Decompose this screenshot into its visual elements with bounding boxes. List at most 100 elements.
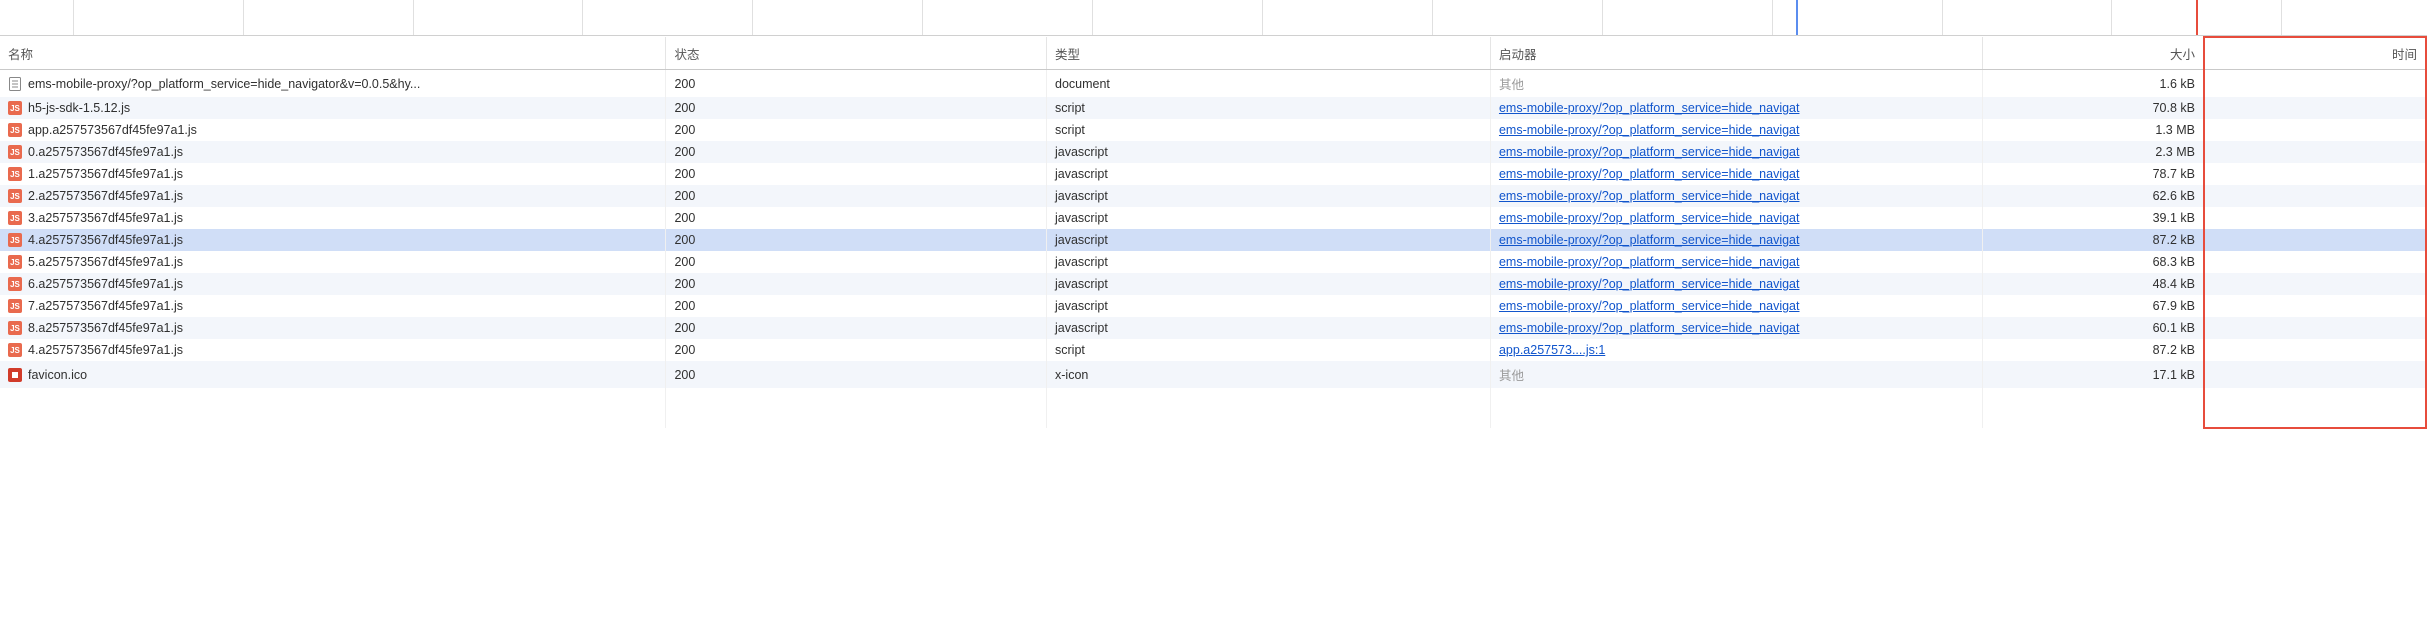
initiator-link[interactable]: ems-mobile-proxy/?op_platform_service=hi… [1499,123,1800,137]
request-name: 4.a257573567df45fe97a1.js [28,343,183,357]
initiator-link[interactable]: ems-mobile-proxy/?op_platform_service=hi… [1499,101,1800,115]
request-name: favicon.ico [28,368,87,382]
status-cell: 200 [666,229,1047,251]
script-icon: JS [8,189,22,203]
status-cell: 200 [666,207,1047,229]
type-cell: javascript [1047,229,1491,251]
waterfall-tick [1602,0,1603,35]
initiator-cell: ems-mobile-proxy/?op_platform_service=hi… [1490,163,1982,185]
time-cell [2204,273,2426,295]
table-row[interactable]: JS6.a257573567df45fe97a1.js200javascript… [0,273,2426,295]
document-icon [8,77,22,91]
table-row[interactable]: JS3.a257573567df45fe97a1.js200javascript… [0,207,2426,229]
waterfall-tick [582,0,583,35]
initiator-other: 其他 [1499,369,1524,383]
status-cell: 200 [666,251,1047,273]
waterfall-tick [413,0,414,35]
request-name: 8.a257573567df45fe97a1.js [28,321,183,335]
initiator-cell: ems-mobile-proxy/?op_platform_service=hi… [1490,229,1982,251]
initiator-link[interactable]: ems-mobile-proxy/?op_platform_service=hi… [1499,233,1800,247]
time-cell [2204,339,2426,361]
initiator-link[interactable]: ems-mobile-proxy/?op_platform_service=hi… [1499,167,1800,181]
table-row[interactable]: JS1.a257573567df45fe97a1.js200javascript… [0,163,2426,185]
initiator-link[interactable]: ems-mobile-proxy/?op_platform_service=hi… [1499,211,1800,225]
script-icon: JS [8,255,22,269]
script-icon: JS [8,145,22,159]
table-row[interactable]: JS0.a257573567df45fe97a1.js200javascript… [0,141,2426,163]
header-initiator[interactable]: 启动器 [1490,37,1982,70]
status-cell: 200 [666,295,1047,317]
header-name[interactable]: 名称 [0,37,666,70]
waterfall-tick [922,0,923,35]
header-type[interactable]: 类型 [1047,37,1491,70]
table-row[interactable]: favicon.ico200x-icon其他17.1 kB [0,361,2426,388]
time-cell [2204,185,2426,207]
initiator-cell: ems-mobile-proxy/?op_platform_service=hi… [1490,251,1982,273]
initiator-link[interactable]: app.a257573....js:1 [1499,343,1605,357]
size-cell: 87.2 kB [1982,339,2204,361]
table-row[interactable]: JS8.a257573567df45fe97a1.js200javascript… [0,317,2426,339]
size-cell: 62.6 kB [1982,185,2204,207]
header-row: 名称 状态 类型 启动器 大小 时间 [0,37,2426,70]
type-cell: script [1047,97,1491,119]
waterfall-tick [2281,0,2282,35]
table-row[interactable]: JS4.a257573567df45fe97a1.js200javascript… [0,229,2426,251]
type-cell: javascript [1047,207,1491,229]
load-line [2196,0,2198,35]
table-row[interactable]: JSh5-js-sdk-1.5.12.js200scriptems-mobile… [0,97,2426,119]
initiator-other: 其他 [1499,78,1524,92]
type-cell: javascript [1047,273,1491,295]
table-row[interactable]: JS2.a257573567df45fe97a1.js200javascript… [0,185,2426,207]
waterfall-overview[interactable] [0,0,2427,36]
initiator-link[interactable]: ems-mobile-proxy/?op_platform_service=hi… [1499,255,1800,269]
script-icon: JS [8,211,22,225]
size-cell: 1.6 kB [1982,70,2204,98]
size-cell: 2.3 MB [1982,141,2204,163]
table-row[interactable]: JS4.a257573567df45fe97a1.js200scriptapp.… [0,339,2426,361]
initiator-cell: app.a257573....js:1 [1490,339,1982,361]
size-cell: 39.1 kB [1982,207,2204,229]
initiator-cell: ems-mobile-proxy/?op_platform_service=hi… [1490,97,1982,119]
table-row[interactable]: ems-mobile-proxy/?op_platform_service=hi… [0,70,2426,98]
time-cell [2204,97,2426,119]
waterfall-tick [243,0,244,35]
time-cell [2204,70,2426,98]
status-cell: 200 [666,119,1047,141]
table-row[interactable]: JS7.a257573567df45fe97a1.js200javascript… [0,295,2426,317]
header-time[interactable]: 时间 [2204,37,2426,70]
waterfall-tick [752,0,753,35]
type-cell: script [1047,339,1491,361]
initiator-link[interactable]: ems-mobile-proxy/?op_platform_service=hi… [1499,145,1800,159]
initiator-cell: ems-mobile-proxy/?op_platform_service=hi… [1490,207,1982,229]
initiator-cell: ems-mobile-proxy/?op_platform_service=hi… [1490,317,1982,339]
type-cell: javascript [1047,185,1491,207]
table-row[interactable]: JSapp.a257573567df45fe97a1.js200scriptem… [0,119,2426,141]
script-icon: JS [8,101,22,115]
header-size[interactable]: 大小 [1982,37,2204,70]
initiator-cell: ems-mobile-proxy/?op_platform_service=hi… [1490,295,1982,317]
size-cell: 68.3 kB [1982,251,2204,273]
table-row[interactable]: JS5.a257573567df45fe97a1.js200javascript… [0,251,2426,273]
request-name: 6.a257573567df45fe97a1.js [28,277,183,291]
time-cell [2204,119,2426,141]
initiator-link[interactable]: ems-mobile-proxy/?op_platform_service=hi… [1499,299,1800,313]
size-cell: 78.7 kB [1982,163,2204,185]
initiator-cell: 其他 [1490,70,1982,98]
type-cell: x-icon [1047,361,1491,388]
script-icon: JS [8,299,22,313]
type-cell: script [1047,119,1491,141]
request-name: 4.a257573567df45fe97a1.js [28,233,183,247]
size-cell: 1.3 MB [1982,119,2204,141]
time-cell [2204,207,2426,229]
initiator-link[interactable]: ems-mobile-proxy/?op_platform_service=hi… [1499,189,1800,203]
time-cell [2204,295,2426,317]
header-status[interactable]: 状态 [666,37,1047,70]
initiator-link[interactable]: ems-mobile-proxy/?op_platform_service=hi… [1499,277,1800,291]
status-cell: 200 [666,70,1047,98]
size-cell: 70.8 kB [1982,97,2204,119]
domcontentloaded-line [1796,0,1798,35]
waterfall-tick [1432,0,1433,35]
time-cell [2204,317,2426,339]
status-cell: 200 [666,339,1047,361]
initiator-link[interactable]: ems-mobile-proxy/?op_platform_service=hi… [1499,321,1800,335]
